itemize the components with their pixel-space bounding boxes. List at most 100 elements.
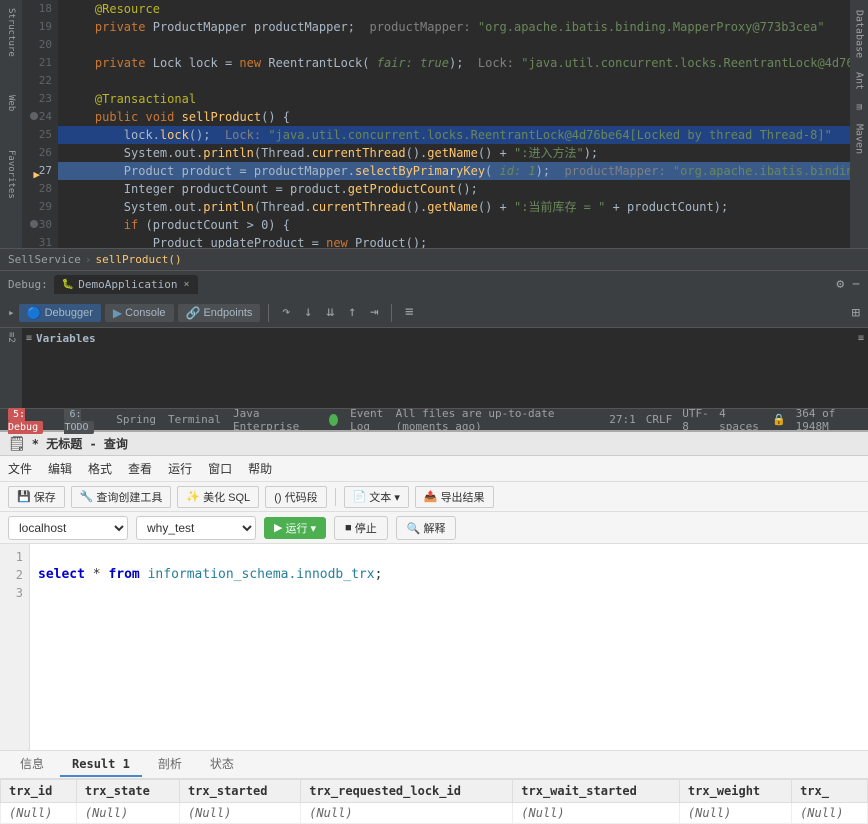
- sql-line-num-1: 1: [0, 548, 29, 566]
- java-enterprise-label[interactable]: Java Enterprise: [233, 407, 309, 433]
- m-tab[interactable]: m: [852, 98, 867, 116]
- sql-title: * 无标题 - 查询: [32, 435, 128, 452]
- sql-app-icon: 🗒: [8, 436, 26, 452]
- maven-tab[interactable]: Maven: [852, 118, 867, 160]
- todo-badge-label[interactable]: 6: TODO: [64, 408, 93, 434]
- tab-close-icon[interactable]: ×: [184, 279, 190, 290]
- ant-tab[interactable]: Ant: [852, 66, 867, 96]
- line-numbers: 18 19 20 21 22 23 24 25 26 ▶27 28 29 30 …: [22, 0, 58, 248]
- menu-edit[interactable]: 编辑: [48, 460, 72, 477]
- table-row: (Null) (Null) (Null) (Null) (Null) (Null…: [1, 803, 868, 824]
- expand-icon[interactable]: ▸: [8, 306, 15, 319]
- beautify-sql-button[interactable]: ✨ 美化 SQL: [177, 486, 259, 508]
- debugger-button[interactable]: 🔵 Debugger: [19, 304, 101, 322]
- endpoints-button[interactable]: 🔗 Endpoints: [178, 304, 261, 322]
- variables-panel: ≡2 ≡ Variables ≡: [0, 328, 868, 408]
- tree-expand-icon: ≡: [26, 333, 32, 344]
- code-line-27: Product product = productMapper.selectBy…: [58, 162, 850, 180]
- var-sidebar-label[interactable]: ≡2: [6, 332, 16, 343]
- status-crlf[interactable]: CRLF: [646, 413, 673, 426]
- evaluate-icon[interactable]: ≡: [400, 304, 418, 322]
- layout-icon[interactable]: ⊞: [852, 305, 860, 321]
- run-to-cursor-icon[interactable]: ⇥: [365, 304, 383, 322]
- menu-format[interactable]: 格式: [88, 460, 112, 477]
- database-select[interactable]: why_test: [136, 516, 256, 540]
- status-left: 5: Debug 6: TODO Spring Terminal Java En…: [8, 407, 396, 433]
- code-line-30: if (productCount > 0) {: [58, 216, 850, 234]
- breadcrumb-method: sellProduct(): [95, 253, 181, 266]
- run-button[interactable]: ▶ 运行 ▾: [264, 517, 326, 539]
- demo-application-tab[interactable]: 🐛 DemoApplication ×: [54, 275, 198, 294]
- query-builder-label: 查询创建工具: [96, 489, 162, 505]
- console-button[interactable]: ▶ Console: [105, 304, 174, 322]
- structure-tab[interactable]: Structure: [3, 2, 19, 62]
- sql-menubar: 文件 编辑 格式 查看 运行 窗口 帮助: [0, 456, 868, 482]
- status-encoding[interactable]: UTF-8: [682, 407, 709, 433]
- debug-badge[interactable]: 5: Debug: [8, 407, 52, 433]
- snippet-label: () 代码段: [274, 489, 317, 505]
- cell-trx-extra: (Null): [792, 803, 868, 824]
- export-button[interactable]: 📤 导出结果: [415, 486, 494, 508]
- database-tab[interactable]: Database: [852, 4, 867, 64]
- cell-trx-wait-started: (Null): [513, 803, 680, 824]
- sql-code-line-1: [38, 548, 860, 566]
- step-over-icon[interactable]: ↷: [277, 304, 295, 322]
- settings-icon[interactable]: ⚙: [836, 277, 844, 292]
- menu-view[interactable]: 查看: [128, 460, 152, 477]
- cell-trx-weight: (Null): [679, 803, 791, 824]
- step-into-icon[interactable]: ↓: [299, 304, 317, 322]
- code-line-25: lock.lock(); Lock: "java.util.concurrent…: [58, 126, 850, 144]
- line-num-21: 21: [22, 54, 58, 72]
- sql-connbar: localhost why_test ▶ 运行 ▾ ■ 停止 🔍 解释: [0, 512, 868, 544]
- result1-tab[interactable]: Result 1: [60, 753, 142, 777]
- favorites-tab[interactable]: Favorites: [3, 144, 19, 204]
- line-num-27: ▶27: [22, 162, 58, 180]
- bug-icon: 🐛: [62, 279, 74, 290]
- menu-help[interactable]: 帮助: [248, 460, 272, 477]
- spring-label[interactable]: Spring: [116, 413, 156, 426]
- col-trx-id: trx_id: [1, 780, 77, 803]
- sql-code-lines[interactable]: select * from information_schema.innodb_…: [30, 544, 868, 750]
- force-step-into-icon[interactable]: ⇊: [321, 304, 339, 322]
- code-line-28: Integer productCount = product.getProduc…: [58, 180, 850, 198]
- debugger-toolbar: ▸ 🔵 Debugger ▶ Console 🔗 Endpoints ↷ ↓ ⇊…: [0, 298, 868, 328]
- text-button[interactable]: 📄 文本 ▾: [344, 486, 409, 508]
- info-tab[interactable]: 信息: [8, 751, 56, 778]
- var-settings-icon[interactable]: ≡: [858, 333, 864, 344]
- menu-run[interactable]: 运行: [168, 460, 192, 477]
- host-select[interactable]: localhost: [8, 516, 128, 540]
- stop-button[interactable]: ■ 停止: [334, 516, 388, 540]
- explain-button[interactable]: 🔍 解释: [396, 516, 457, 540]
- toolbar-sep-1: [268, 304, 269, 322]
- status-tab[interactable]: 状态: [198, 751, 246, 778]
- line-num-31: 31: [22, 234, 58, 248]
- line-num-29: 29: [22, 198, 58, 216]
- line-num-22: 22: [22, 72, 58, 90]
- status-right: All files are up-to-date (moments ago) 2…: [396, 407, 860, 433]
- debug-badge-label[interactable]: 5: Debug: [8, 408, 43, 434]
- menu-window[interactable]: 窗口: [208, 460, 232, 477]
- todo-badge[interactable]: 6: TODO: [64, 407, 104, 433]
- status-indent[interactable]: 4 spaces: [719, 407, 762, 433]
- line-num-23: 23: [22, 90, 58, 108]
- var-sidebar: ≡2: [0, 328, 22, 408]
- event-log-label[interactable]: Event Log: [350, 407, 396, 433]
- sql-line-num-2: 2: [0, 566, 29, 584]
- code-line-21: private Lock lock = new ReentrantLock( f…: [58, 54, 850, 72]
- breadcrumb-class: SellService: [8, 253, 81, 266]
- query-builder-button[interactable]: 🔧 查询创建工具: [71, 486, 172, 508]
- breadcrumb-sep: ›: [85, 253, 92, 266]
- run-triangle-icon: ▶: [274, 521, 282, 534]
- save-button[interactable]: 💾 保存: [8, 486, 65, 508]
- minimize-icon[interactable]: −: [852, 277, 860, 292]
- profiling-tab[interactable]: 剖析: [146, 751, 194, 778]
- line-num-19: 19: [22, 18, 58, 36]
- terminal-label[interactable]: Terminal: [168, 413, 221, 426]
- query-builder-icon: 🔧: [80, 490, 94, 503]
- line-num-25: 25: [22, 126, 58, 144]
- web-tab[interactable]: Web: [3, 83, 19, 123]
- step-out-icon[interactable]: ↑: [343, 304, 361, 322]
- menu-file[interactable]: 文件: [8, 460, 32, 477]
- code-line-20: [58, 36, 850, 54]
- code-snippet-button[interactable]: () 代码段: [265, 486, 326, 508]
